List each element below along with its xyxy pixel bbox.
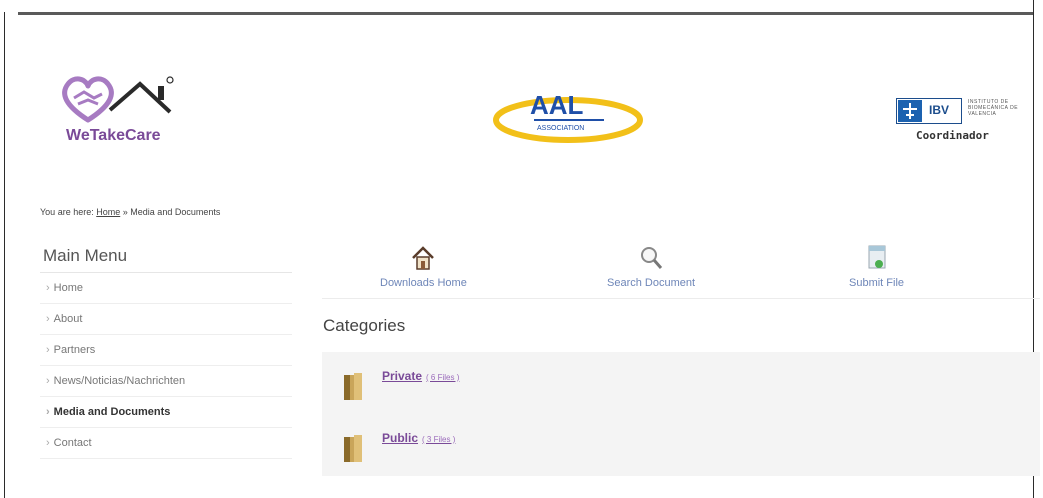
home-icon: [412, 246, 435, 270]
sidebar-item-about[interactable]: › About: [40, 304, 292, 335]
main-menu-list: › Home › About › Partners › News/Noticias/Na…: [40, 273, 292, 459]
sidebar-item-contact[interactable]: › Contact: [40, 428, 292, 459]
folder-icon: [344, 435, 362, 462]
submit-file-icon: [868, 245, 886, 269]
sidebar-item-label: About: [53, 313, 83, 325]
sidebar-item-label: Home: [53, 282, 84, 294]
bullet-icon: ›: [46, 313, 50, 325]
folder-icon: [344, 373, 362, 400]
sidebar-main-menu: Main Menu › Home › About › Partners › News/N…: [40, 240, 292, 459]
breadcrumb-home-link[interactable]: Home: [96, 207, 120, 217]
sidebar-item-label: Media and Documents: [53, 406, 171, 418]
hands-house-logo-icon: [62, 76, 174, 123]
search-document-label: Search Document: [607, 277, 696, 289]
breadcrumb-current: Media and Documents: [130, 207, 221, 217]
ibv-institute-text: INSTITUTO DE BIOMECÁNICA DE VALENCIA: [968, 99, 1019, 117]
downloads-home-button[interactable]: Downloads Home: [380, 244, 467, 289]
sidebar-item-label: News/Noticias/Nachrichten: [53, 375, 186, 387]
coordinator-label: Coordinador: [916, 129, 989, 142]
breadcrumb: You are here: Home » Media and Documents: [40, 207, 220, 217]
sidebar-item-media-documents[interactable]: › Media and Documents: [40, 397, 292, 428]
sidebar-item-label: Partners: [53, 344, 96, 356]
aal-association-logo[interactable]: AAL ASSOCIATION: [490, 88, 650, 146]
aal-logo-subtext: ASSOCIATION: [537, 125, 584, 132]
sidebar-item-partners[interactable]: › Partners: [40, 335, 292, 366]
category-link-private[interactable]: Private( 6 Files ): [382, 369, 459, 383]
frame-left-border: [4, 12, 5, 498]
categories-panel: Private( 6 Files ) Public( 3 Files ): [322, 352, 1040, 476]
main-menu-title: Main Menu: [40, 240, 292, 273]
wetakecare-logo[interactable]: WeTakeCare: [58, 72, 198, 152]
categories-heading: Categories: [323, 316, 406, 335]
category-row-public: Public( 3 Files ): [342, 426, 742, 462]
bullet-icon: ›: [46, 406, 50, 418]
sidebar-item-news[interactable]: › News/Noticias/Nachrichten: [40, 366, 292, 397]
bullet-icon: ›: [46, 282, 50, 294]
category-row-private: Private( 6 Files ): [342, 364, 742, 400]
aal-logo-icon: AAL ASSOCIATION: [493, 90, 643, 143]
ibv-letters: IBV: [929, 103, 950, 117]
submit-file-label: Submit File: [849, 277, 905, 289]
breadcrumb-separator: »: [122, 207, 128, 217]
sidebar-item-label: Contact: [53, 437, 92, 449]
wetakecare-logo-text: WeTakeCare: [66, 127, 161, 144]
category-name: Public: [382, 431, 419, 445]
ibv-coordinator-logo[interactable]: IBV INSTITUTO DE BIOMECÁNICA DE VALENCIA…: [896, 96, 1026, 148]
category-link-public[interactable]: Public( 3 Files ): [382, 431, 455, 445]
category-file-count: ( 6 Files ): [426, 373, 460, 382]
bullet-icon: ›: [46, 375, 50, 387]
category-file-count: ( 3 Files ): [422, 435, 456, 444]
submit-file-button[interactable]: Submit File: [849, 244, 904, 289]
magnifier-icon: [641, 247, 663, 269]
aal-logo-text: AAL: [530, 90, 584, 120]
sidebar-item-home[interactable]: › Home: [40, 273, 292, 304]
breadcrumb-prefix: You are here:: [40, 207, 94, 217]
downloads-home-label: Downloads Home: [380, 277, 467, 289]
frame-top-border: [18, 12, 1033, 15]
ibv-logo-icon: IBV: [896, 98, 962, 124]
bullet-icon: ›: [46, 344, 50, 356]
downloads-toolbar: Downloads Home Search Document Submit Fi…: [322, 244, 1040, 299]
search-document-button[interactable]: Search Document: [607, 244, 695, 289]
bullet-icon: ›: [46, 437, 50, 449]
category-name: Private: [382, 369, 423, 383]
